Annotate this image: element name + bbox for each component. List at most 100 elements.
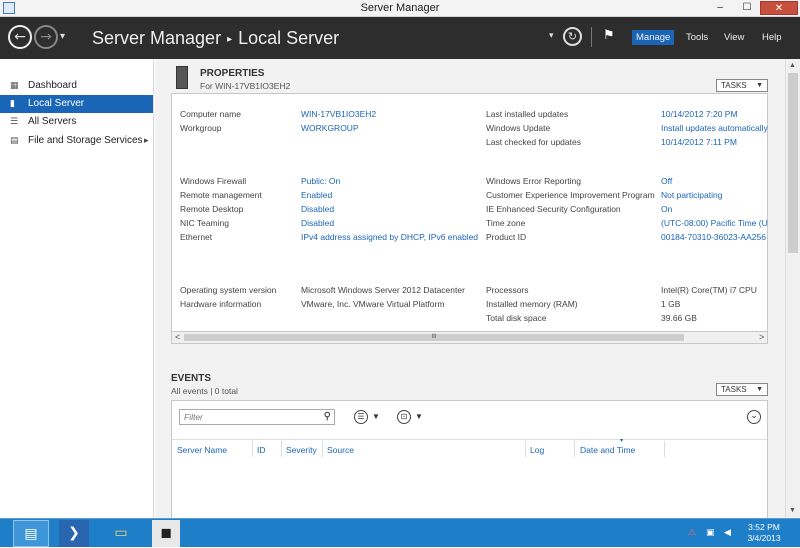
prop-label: Windows Update (486, 123, 551, 133)
events-tasks-button[interactable]: TASKS ▼ (716, 383, 768, 396)
title-bar: Server Manager – ☐ ✕ (0, 0, 800, 17)
menu-manage[interactable]: Manage (632, 30, 675, 45)
taskbar: ▤ ❯ ▭ ◼ ⚠ ▣ ◀ 3:52 PM 3/4/2013 (0, 518, 800, 547)
sidebar-item-dashboard[interactable]: ▦ Dashboard (0, 77, 153, 95)
tray-volume-icon[interactable]: ◀ (724, 528, 734, 538)
sidebar-item-label: File and Storage Services (28, 135, 143, 146)
prop-value-link[interactable]: WIN-17VB1IO3EH2 (301, 109, 376, 119)
minimize-button[interactable]: – (708, 1, 732, 15)
scroll-thumb[interactable] (788, 73, 798, 253)
column-source[interactable]: Source (327, 445, 354, 455)
sidebar-item-local-server[interactable]: ▮ Local Server (0, 95, 153, 113)
prop-value-link[interactable]: Enabled (301, 190, 332, 200)
menu-tools[interactable]: Tools (686, 32, 708, 43)
scroll-down-icon[interactable]: ▼ (789, 507, 796, 514)
taskbar-powershell-icon[interactable]: ❯ (59, 520, 89, 547)
list-options-icon[interactable]: ☰ (354, 410, 368, 424)
events-title: EVENTS (171, 373, 212, 384)
save-query-icon[interactable]: ⊡ (397, 410, 411, 424)
menu-view[interactable]: View (724, 32, 744, 43)
prop-value: Intel(R) Core(TM) i7 CPU (661, 285, 757, 295)
column-date-time[interactable]: Date and Time (580, 445, 635, 455)
expand-panel-icon[interactable]: ⌄ (747, 410, 761, 424)
scroll-thumb[interactable]: III (184, 334, 684, 341)
scroll-grip-icon: III (431, 334, 437, 340)
servers-icon: ☰ (10, 117, 19, 127)
properties-horizontal-scrollbar[interactable]: < III > (171, 331, 768, 344)
refresh-dropdown-icon[interactable]: ▾ (549, 31, 554, 41)
prop-label: Processors (486, 285, 529, 295)
prop-value-link[interactable]: Disabled (301, 218, 334, 228)
server-tower-icon (176, 66, 188, 89)
refresh-icon[interactable]: ↻ (563, 27, 582, 46)
column-severity[interactable]: Severity (286, 445, 317, 455)
sidebar-item-all-servers[interactable]: ☰ All Servers (0, 113, 153, 131)
scroll-right-icon[interactable]: > (759, 332, 764, 342)
prop-value-link[interactable]: Not participating (661, 190, 768, 200)
prop-value-link[interactable]: Public: On (301, 176, 340, 186)
notifications-flag-icon[interactable]: ⚑ (603, 28, 615, 43)
taskbar-file-explorer-icon[interactable]: ▭ (103, 520, 139, 547)
sidebar-item-file-storage[interactable]: ▤ File and Storage Services ▸ (0, 132, 153, 150)
main-vertical-scrollbar[interactable]: ▲ ▼ (785, 59, 800, 519)
column-server-name[interactable]: Server Name (177, 445, 227, 455)
tray-network-icon[interactable]: ▣ (706, 528, 716, 538)
events-subtitle: All events | 0 total (171, 386, 238, 396)
prop-label: Customer Experience Improvement Program (486, 190, 655, 200)
prop-value-link[interactable]: Disabled (301, 204, 334, 214)
prop-value-link[interactable]: 10/14/2012 7:11 PM (661, 137, 768, 147)
scroll-left-icon[interactable]: < (175, 332, 180, 342)
prop-value: Microsoft Windows Server 2012 Datacenter (301, 285, 465, 295)
maximize-button[interactable]: ☐ (735, 1, 759, 15)
close-button[interactable]: ✕ (760, 1, 798, 15)
breadcrumb: Server Manager ▸ Local Server (92, 28, 339, 49)
breadcrumb-root[interactable]: Server Manager (92, 28, 221, 48)
forward-button[interactable]: → (34, 25, 58, 49)
prop-label: Windows Error Reporting (486, 176, 581, 186)
expand-chevron-icon[interactable]: ▸ (144, 132, 149, 150)
storage-icon: ▤ (10, 136, 19, 146)
column-separator (525, 441, 526, 457)
taskbar-server-manager-icon[interactable]: ▤ (13, 520, 49, 547)
prop-value-link[interactable]: IPv4 address assigned by DHCP, IPv6 enab… (301, 232, 478, 242)
sidebar-item-label: All Servers (28, 116, 77, 127)
prop-value-link[interactable]: Off (661, 176, 768, 186)
dashboard-icon: ▦ (10, 81, 19, 91)
history-dropdown-icon[interactable]: ▾ (60, 31, 65, 42)
prop-value-link[interactable]: 10/14/2012 7:20 PM (661, 109, 768, 119)
prop-value-link[interactable]: (UTC-08:00) Pacific Time (US (661, 218, 768, 228)
prop-label: NIC Teaming (180, 218, 229, 228)
prop-value-link[interactable]: WORKGROUP (301, 123, 359, 133)
events-panel: Filter ⚲ ☰ ▼ ⊡ ▼ ⌄ Server Name ID Severi… (171, 400, 768, 520)
prop-label: Workgroup (180, 123, 222, 133)
prop-value-link[interactable]: Install updates automatically (661, 123, 768, 133)
taskbar-clock[interactable]: 3:52 PM 3/4/2013 (740, 522, 788, 544)
properties-subtitle: For WIN-17VB1IO3EH2 (200, 81, 291, 91)
breadcrumb-current: Local Server (238, 28, 340, 48)
save-query-dropdown-icon[interactable]: ▼ (415, 412, 423, 421)
properties-tasks-button[interactable]: TASKS ▼ (716, 79, 768, 92)
events-filter-input[interactable]: Filter ⚲ (179, 409, 335, 425)
chevron-down-icon: ▼ (756, 82, 763, 89)
search-icon[interactable]: ⚲ (324, 410, 331, 424)
prop-label: Product ID (486, 232, 527, 242)
column-log[interactable]: Log (530, 445, 544, 455)
taskbar-window-icon[interactable]: ◼ (152, 520, 180, 547)
column-header-divider (172, 439, 767, 440)
scroll-up-icon[interactable]: ▲ (789, 62, 796, 69)
column-id[interactable]: ID (257, 445, 266, 455)
back-button[interactable]: ← (8, 25, 32, 49)
sort-indicator-icon: ▾ (620, 438, 624, 444)
prop-label: Remote management (180, 190, 262, 200)
prop-value-link[interactable]: 00184-70310-36023-AA256 (661, 232, 768, 242)
window-title: Server Manager (360, 2, 440, 14)
server-icon: ▮ (10, 99, 15, 109)
prop-value: 1 GB (661, 299, 681, 309)
column-separator (281, 441, 282, 457)
prop-value-link[interactable]: On (661, 204, 768, 214)
column-separator (664, 441, 665, 457)
column-separator (574, 441, 575, 457)
tray-warning-icon[interactable]: ⚠ (688, 528, 698, 538)
list-options-dropdown-icon[interactable]: ▼ (372, 412, 380, 421)
menu-help[interactable]: Help (762, 32, 782, 43)
